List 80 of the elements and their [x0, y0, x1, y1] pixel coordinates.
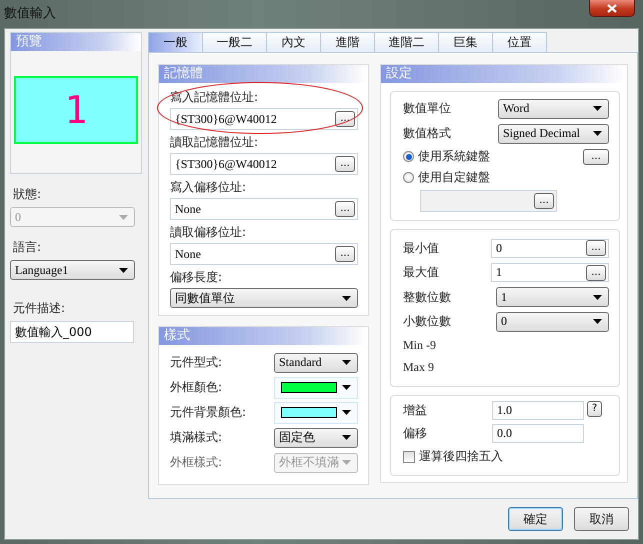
- field-label: 數值格式: [403, 125, 451, 142]
- field-label: 填滿樣式:: [170, 429, 222, 446]
- browse-button[interactable]: ...: [586, 240, 606, 256]
- scaling-field[interactable]: 0.0: [492, 424, 584, 442]
- limit-field[interactable]: 1 ...: [491, 263, 609, 282]
- browse-button[interactable]: ...: [335, 156, 355, 172]
- caret-icon: [342, 410, 351, 415]
- dialog-button[interactable]: 確定: [508, 507, 563, 531]
- style-dropdown[interactable]: Standard: [274, 352, 358, 372]
- caret-icon: [119, 214, 128, 220]
- caret-icon: [593, 106, 602, 111]
- browse-button[interactable]: ...: [583, 148, 609, 164]
- field-label: 讀取偏移位址:: [170, 224, 248, 241]
- field-label: 讀取記憶體位址:: [170, 134, 260, 151]
- style-dropdown[interactable]: 固定色: [274, 428, 358, 448]
- caret-icon: [593, 319, 602, 324]
- field-label: 數值單位: [403, 100, 451, 117]
- address-field[interactable]: {ST300}6@W40012 ...: [170, 108, 358, 130]
- preview-value: 1: [14, 76, 138, 144]
- tab[interactable]: 進階二: [374, 32, 439, 52]
- range-text: Max 9: [403, 359, 435, 376]
- limit-field[interactable]: 0 ...: [491, 238, 609, 258]
- close-button[interactable]: [589, 0, 635, 17]
- field-label: 整數位數: [403, 288, 451, 306]
- field-label: 語言:: [13, 239, 42, 256]
- digits-dropdown[interactable]: 0: [496, 312, 609, 332]
- browse-button[interactable]: ...: [335, 246, 355, 262]
- caret-icon: [342, 360, 351, 365]
- field-label: 最小值: [403, 240, 439, 257]
- caret-icon: [342, 460, 351, 465]
- scaling-field[interactable]: 1.0: [492, 400, 584, 420]
- address-field[interactable]: None ...: [170, 243, 358, 265]
- round-checkbox[interactable]: 運算後四捨五入: [403, 446, 609, 467]
- format-dropdown[interactable]: Signed Decimal: [498, 124, 609, 144]
- field-label: 元件背景顏色:: [170, 404, 246, 421]
- panel-header: 預覽: [11, 33, 141, 51]
- field-label: 狀態:: [13, 186, 42, 203]
- language-dropdown[interactable]: Language1: [10, 260, 135, 280]
- custom-keyboard-field[interactable]: ...: [420, 190, 557, 212]
- keyboard-radio[interactable]: 使用自定鍵盤: [403, 167, 490, 188]
- window-title: 數值輸入: [3, 5, 56, 22]
- color-picker[interactable]: [274, 376, 358, 398]
- field-label: 小數位數: [403, 313, 451, 330]
- tab[interactable]: 位置: [492, 32, 547, 52]
- browse-button[interactable]: ...: [335, 111, 355, 127]
- field-label: 增益: [403, 402, 427, 418]
- help-button[interactable]: ?: [587, 400, 602, 416]
- tab[interactable]: 內文: [266, 32, 321, 52]
- field-label: 元件描述:: [13, 300, 66, 317]
- keyboard-radio[interactable]: 使用系統鍵盤: [403, 146, 490, 167]
- digits-dropdown[interactable]: 1: [496, 287, 609, 308]
- field-label: 元件型式:: [170, 354, 222, 371]
- caret-icon: [342, 296, 351, 300]
- tab[interactable]: 進階: [320, 32, 375, 52]
- caret-icon: [593, 294, 602, 300]
- caret-icon: [593, 131, 602, 136]
- color-picker[interactable]: [274, 402, 358, 424]
- field-label: 外框顏色:: [170, 379, 222, 396]
- field-label: 寫入偏移位址:: [170, 179, 248, 196]
- browse-button[interactable]: ...: [335, 201, 355, 217]
- caret-icon: [342, 435, 351, 440]
- caret-icon: [342, 385, 351, 390]
- tab[interactable]: 巨集: [438, 32, 493, 52]
- close-icon: [607, 4, 617, 12]
- tab[interactable]: 一般二: [202, 32, 267, 52]
- tab[interactable]: 一般: [148, 32, 203, 52]
- range-text: Min -9: [403, 337, 437, 354]
- field-label: 外框樣式:: [170, 454, 222, 471]
- format-dropdown[interactable]: Word: [498, 98, 609, 118]
- description-field[interactable]: 數值輸入_000: [10, 321, 134, 343]
- address-field[interactable]: {ST300}6@W40012 ...: [170, 153, 358, 175]
- address-field[interactable]: None ...: [170, 198, 358, 220]
- field-label: 偏移長度:: [170, 269, 224, 286]
- browse-button[interactable]: ...: [586, 264, 606, 281]
- field-label: 偏移: [403, 424, 427, 442]
- caret-icon: [119, 268, 128, 272]
- dialog-button[interactable]: 取消: [574, 507, 629, 531]
- browse-button[interactable]: ...: [534, 193, 554, 209]
- field-label: 最大值: [403, 264, 439, 282]
- offset-length-dropdown[interactable]: 同數值單位: [170, 288, 358, 308]
